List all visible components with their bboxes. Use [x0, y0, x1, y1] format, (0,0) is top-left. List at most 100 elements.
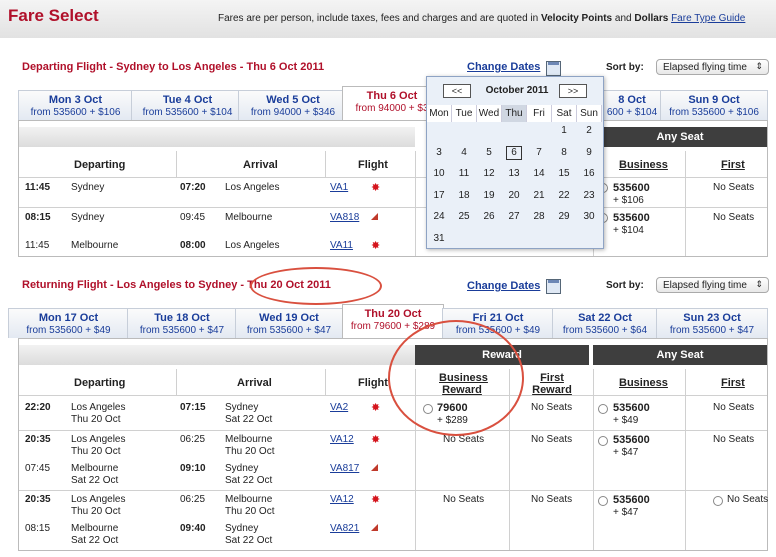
calendar-day[interactable]: 20 [502, 190, 526, 201]
prev-month-button[interactable]: << [443, 84, 471, 98]
dep-date: Sat 22 Oct [71, 475, 119, 486]
fare-radio[interactable] [598, 404, 608, 414]
calendar-day[interactable]: 10 [427, 168, 451, 179]
calendar-day[interactable]: 5 [477, 147, 501, 158]
sort-label: Sort by: [606, 62, 644, 73]
first-reward-col-header[interactable]: First Reward [529, 372, 575, 396]
no-seats: No Seats [713, 212, 755, 223]
fare-type-guide-link[interactable]: Fare Type Guide [671, 13, 745, 24]
dep-city: Melbourne [71, 523, 119, 534]
fare-points: 535600 [613, 182, 650, 194]
calendar-day[interactable]: 29 [552, 211, 576, 222]
departing-title: Departing Flight - Sydney to Los Angeles… [22, 61, 325, 73]
calendar-day[interactable]: 8 [552, 147, 576, 158]
arr-date: Sat 22 Oct [225, 414, 273, 425]
calendar-day[interactable]: 30 [577, 211, 601, 222]
no-seats: No Seats [531, 434, 573, 445]
calendar-day[interactable]: 7 [527, 147, 551, 158]
flight-number-link[interactable]: VA821 [330, 523, 359, 534]
arrival-col-header: Arrival [237, 377, 272, 389]
change-dates-link-returning[interactable]: Change Dates [467, 280, 540, 292]
fare-radio[interactable] [713, 496, 723, 506]
flight-number-link[interactable]: VA2 [330, 402, 348, 413]
business-col-header[interactable]: Business [619, 159, 668, 171]
tab-date[interactable]: Sun 23 Oct from 535600 + $47 [656, 308, 768, 338]
sort-select-returning[interactable]: Elapsed flying time ⇕ [656, 277, 769, 293]
tab-date[interactable]: 8 Oct 600 + $104 [602, 90, 662, 120]
next-month-button[interactable]: >> [559, 84, 587, 98]
calendar-day[interactable]: 13 [502, 168, 526, 179]
tab-date[interactable]: Sat 22 Oct from 535600 + $64 [552, 308, 658, 338]
calendar-day[interactable]: 12 [477, 168, 501, 179]
calendar-day[interactable]: 22 [552, 190, 576, 201]
red-star-icon: ✸ [371, 434, 381, 446]
calendar-day[interactable]: 24 [427, 211, 451, 222]
red-star-icon: ✸ [371, 240, 381, 252]
dep-city: Los Angeles [71, 494, 126, 505]
calendar-day[interactable]: 18 [452, 190, 476, 201]
arr-city: Sydney [225, 402, 259, 413]
weekday-label: Tue [452, 105, 477, 122]
calendar-popup: << October 2011 >> Mon Tue Wed Thu Fri S… [426, 76, 604, 249]
tab-date[interactable]: Mon 17 Oct from 535600 + $49 [8, 308, 129, 338]
calendar-day[interactable]: 26 [477, 211, 501, 222]
red-triangle-icon [371, 524, 378, 531]
first-col-header[interactable]: First [721, 377, 745, 389]
change-dates-link-departing[interactable]: Change Dates [467, 61, 540, 73]
dep-time: 22:20 [25, 402, 51, 413]
no-seats: No Seats [727, 494, 769, 505]
sort-select-departing[interactable]: Elapsed flying time ⇕ [656, 59, 769, 75]
flight-col-header: Flight [358, 377, 388, 389]
calendar-day[interactable]: 9 [577, 147, 601, 158]
calendar-day[interactable]: 17 [427, 190, 451, 201]
flight-number-link[interactable]: VA817 [330, 463, 359, 474]
calendar-day[interactable]: 14 [527, 168, 551, 179]
calendar-day[interactable]: 2 [577, 125, 601, 136]
tab-date[interactable]: Tue 4 Oct from 535600 + $104 [131, 90, 244, 120]
business-col-header[interactable]: Business [619, 377, 668, 389]
flight-col-header: Flight [358, 159, 388, 171]
dep-time: 08:15 [25, 212, 51, 223]
fare-note: Fares are per person, include taxes, fee… [218, 13, 746, 24]
arr-city: Los Angeles [225, 240, 280, 251]
tab-date[interactable]: Wed 5 Oct from 94000 + $346 [238, 90, 348, 120]
dep-date: Thu 20 Oct [71, 506, 121, 517]
weekday-label: Sat [552, 105, 577, 122]
arr-city: Sydney [225, 463, 259, 474]
tab-date[interactable]: Mon 3 Oct from 535600 + $106 [18, 90, 133, 120]
calendar-day[interactable]: 4 [452, 147, 476, 158]
tab-date[interactable]: Wed 19 Oct from 535600 + $47 [235, 308, 343, 338]
calendar-day[interactable]: 16 [577, 168, 601, 179]
calendar-day[interactable]: 1 [552, 125, 576, 136]
calendar-day[interactable]: 27 [502, 211, 526, 222]
calendar-icon[interactable] [546, 279, 561, 294]
departing-flights-table: Any Seat Departing Arrival Flight Busine… [18, 120, 768, 257]
calendar-month-title: October 2011 [485, 85, 549, 96]
calendar-icon[interactable] [546, 61, 561, 76]
fare-radio[interactable] [598, 436, 608, 446]
calendar-day[interactable]: 19 [477, 190, 501, 201]
calendar-day[interactable]: 11 [452, 168, 476, 179]
flight-number-link[interactable]: VA11 [330, 240, 353, 251]
no-seats: No Seats [713, 434, 755, 445]
flight-number-link[interactable]: VA818 [330, 212, 359, 223]
calendar-day[interactable]: 21 [527, 190, 551, 201]
calendar-day[interactable]: 28 [527, 211, 551, 222]
fare-radio[interactable] [598, 496, 608, 506]
calendar-day[interactable]: 23 [577, 190, 601, 201]
tab-date[interactable]: Sun 9 Oct from 535600 + $106 [660, 90, 768, 120]
no-seats: No Seats [713, 182, 755, 193]
calendar-day[interactable]: 15 [552, 168, 576, 179]
calendar-day-selected[interactable]: 6 [506, 146, 522, 160]
flight-number-link[interactable]: VA12 [330, 494, 354, 505]
calendar-day[interactable]: 25 [452, 211, 476, 222]
first-col-header[interactable]: First [721, 159, 745, 171]
calendar-day[interactable]: 3 [427, 147, 451, 158]
flight-number-link[interactable]: VA1 [330, 182, 348, 193]
tab-date[interactable]: Tue 18 Oct from 535600 + $47 [127, 308, 237, 338]
calendar-day[interactable]: 31 [427, 233, 451, 244]
dep-city: Melbourne [71, 240, 119, 251]
page-title: Fare Select [8, 6, 99, 25]
departing-col-header: Departing [74, 159, 126, 171]
flight-number-link[interactable]: VA12 [330, 434, 354, 445]
